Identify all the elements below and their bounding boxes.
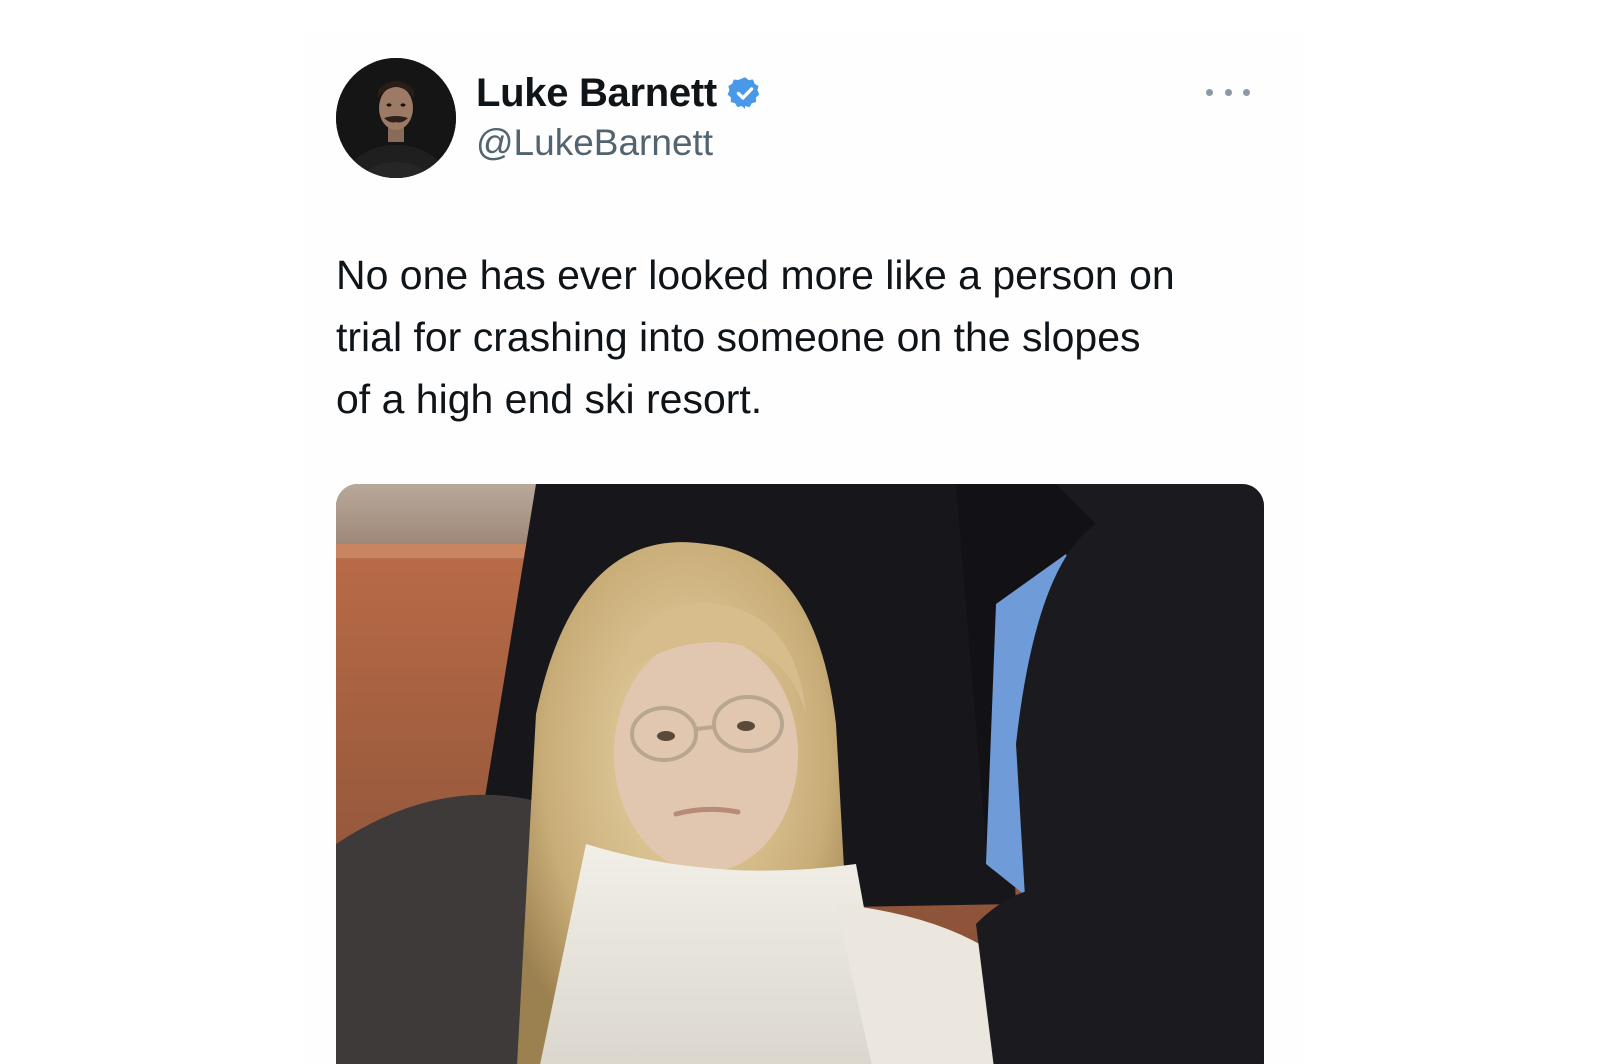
display-name[interactable]: Luke Barnett (476, 71, 717, 116)
more-dot (1224, 88, 1232, 96)
tweet-media-photo[interactable] (336, 484, 1264, 1064)
tweet-header: Luke Barnett @LukeBarnett (336, 58, 1276, 182)
avatar-image (336, 58, 456, 178)
avatar[interactable] (336, 58, 456, 178)
more-horizontal-icon[interactable] (1206, 82, 1250, 102)
media-photo (336, 484, 1264, 1064)
display-name-row: Luke Barnett (476, 68, 763, 118)
tweet-text: No one has ever looked more like a perso… (336, 252, 1175, 422)
tweet-card: Luke Barnett @LukeBarnett No one has eve… (306, 30, 1306, 1064)
more-dot (1243, 88, 1250, 96)
page: Luke Barnett @LukeBarnett No one has eve… (0, 0, 1610, 1064)
verified-badge-icon (727, 75, 763, 111)
author-handle[interactable]: @LukeBarnett (476, 122, 763, 164)
author-names: Luke Barnett @LukeBarnett (476, 68, 763, 164)
more-dot (1206, 88, 1213, 96)
